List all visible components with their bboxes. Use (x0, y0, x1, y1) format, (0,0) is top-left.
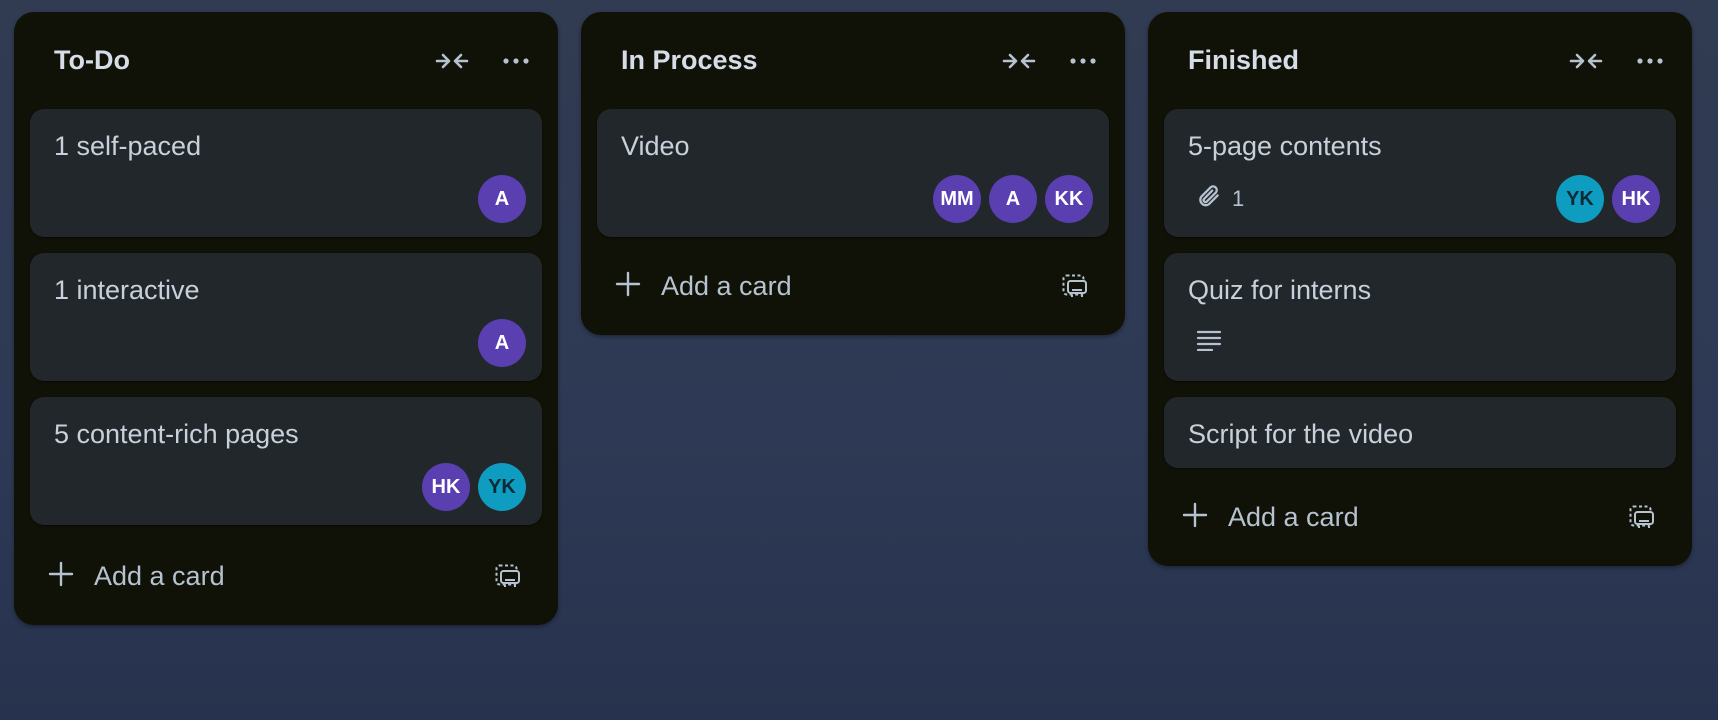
card-badges (1188, 329, 1222, 357)
add-card-label: Add a card (94, 560, 225, 591)
card-1-self-paced[interactable]: 1 self-paced A (30, 109, 542, 237)
card-footer: A (54, 319, 526, 367)
card-title: 1 interactive (54, 275, 200, 305)
list-finished: Finished 5-page contents 1 YK HK Quiz fo… (1148, 12, 1692, 566)
card-members: YK HK (1556, 175, 1660, 223)
card-5-content-rich-pages[interactable]: 5 content-rich pages HK YK (30, 397, 542, 525)
card-footer: MM A KK (621, 175, 1093, 223)
list-in-process: In Process Video MM A KK Add a card (581, 12, 1125, 335)
avatar[interactable]: YK (478, 463, 526, 511)
card-members: MM A KK (933, 175, 1093, 223)
avatar[interactable]: YK (1556, 175, 1604, 223)
card-badges: 1 (1188, 183, 1244, 215)
card-script-for-the-video[interactable]: Script for the video (1164, 397, 1676, 468)
add-card-row: Add a card (30, 541, 542, 611)
ellipsis-icon[interactable] (498, 43, 534, 79)
avatar[interactable]: A (478, 319, 526, 367)
list-header-actions (1001, 43, 1101, 79)
card-template-icon[interactable] (1624, 499, 1660, 535)
card-footer: A (54, 175, 526, 223)
list-title[interactable]: Finished (1188, 45, 1299, 76)
list-header: Finished (1164, 12, 1676, 109)
card-title: 1 self-paced (54, 131, 202, 161)
list-header: In Process (597, 12, 1109, 109)
list-header-actions (434, 43, 534, 79)
card-title: 5-page contents (1188, 131, 1382, 161)
add-card-button[interactable]: Add a card (48, 561, 225, 592)
plus-icon (48, 561, 74, 592)
card-members: HK YK (422, 463, 526, 511)
collapse-arrows-icon[interactable] (1001, 43, 1037, 79)
avatar[interactable]: A (478, 175, 526, 223)
card-1-interactive[interactable]: 1 interactive A (30, 253, 542, 381)
card-members: A (478, 319, 526, 367)
card-template-icon[interactable] (1057, 268, 1093, 304)
add-card-label: Add a card (661, 270, 792, 301)
card-footer (1188, 319, 1660, 367)
board: To-Do 1 self-paced A 1 interactive A 5 c… (14, 12, 1692, 625)
card-video[interactable]: Video MM A KK (597, 109, 1109, 237)
card-5-page-contents[interactable]: 5-page contents 1 YK HK (1164, 109, 1676, 237)
attachment-count: 1 (1232, 186, 1245, 211)
ellipsis-icon[interactable] (1065, 43, 1101, 79)
avatar[interactable]: KK (1045, 175, 1093, 223)
plus-icon (1182, 502, 1208, 533)
description-lines-icon (1196, 329, 1222, 357)
avatar[interactable]: HK (422, 463, 470, 511)
list-header: To-Do (30, 12, 542, 109)
collapse-arrows-icon[interactable] (1568, 43, 1604, 79)
list-header-actions (1568, 43, 1668, 79)
plus-icon (615, 271, 641, 302)
avatar[interactable]: MM (933, 175, 981, 223)
card-title: Script for the video (1188, 419, 1414, 449)
list-to-do: To-Do 1 self-paced A 1 interactive A 5 c… (14, 12, 558, 625)
card-members: A (478, 175, 526, 223)
card-title: Video (621, 131, 690, 161)
ellipsis-icon[interactable] (1632, 43, 1668, 79)
add-card-button[interactable]: Add a card (615, 271, 792, 302)
card-template-icon[interactable] (490, 558, 526, 594)
card-title: 5 content-rich pages (54, 419, 299, 449)
card-quiz-for-interns[interactable]: Quiz for interns (1164, 253, 1676, 381)
add-card-label: Add a card (1228, 501, 1359, 532)
list-title[interactable]: In Process (621, 45, 758, 76)
collapse-arrows-icon[interactable] (434, 43, 470, 79)
avatar[interactable]: HK (1612, 175, 1660, 223)
card-footer: 1 YK HK (1188, 175, 1660, 223)
paperclip-icon (1196, 183, 1222, 215)
add-card-row: Add a card (1164, 482, 1676, 552)
card-title: Quiz for interns (1188, 275, 1372, 305)
add-card-button[interactable]: Add a card (1182, 502, 1359, 533)
card-footer: HK YK (54, 463, 526, 511)
list-title[interactable]: To-Do (54, 45, 130, 76)
add-card-row: Add a card (597, 251, 1109, 321)
avatar[interactable]: A (989, 175, 1037, 223)
